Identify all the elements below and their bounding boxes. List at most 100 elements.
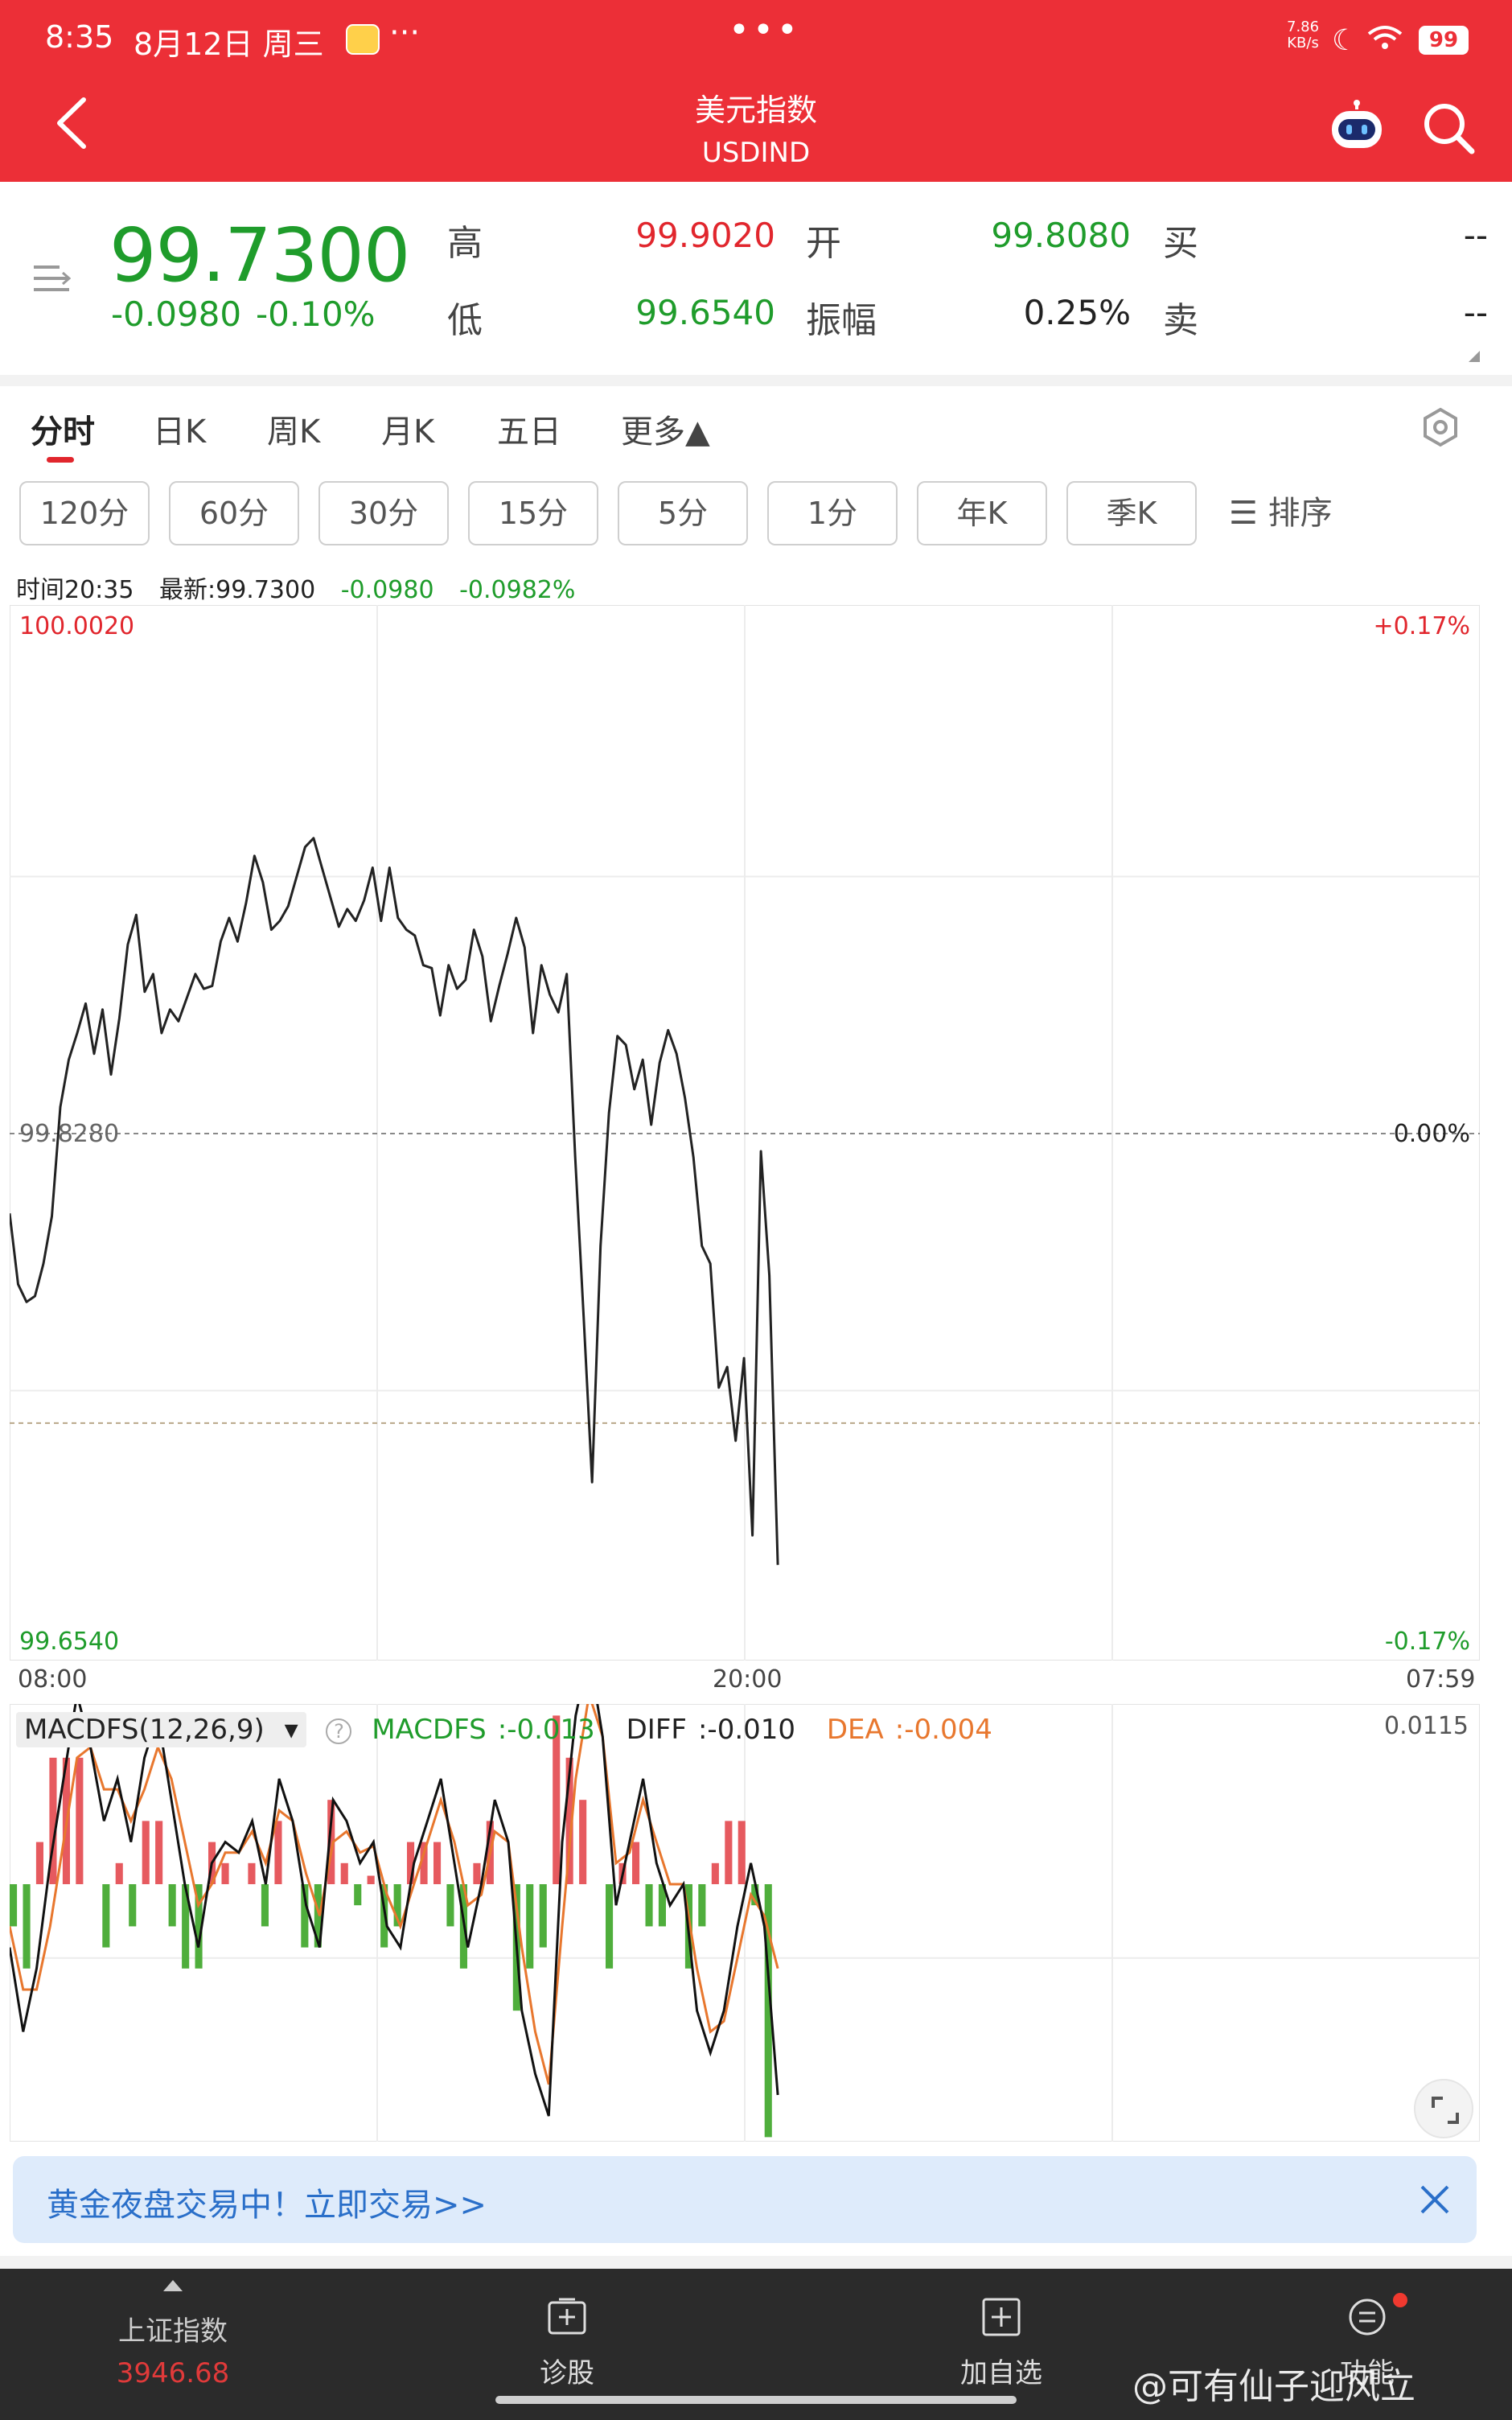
time-axis: 08:00 20:00 07:59 <box>0 1665 1512 1698</box>
price-change-percent: -0.10% <box>256 294 376 334</box>
chart-tabs: 分时 日K 周K 月K 五日 更多▲ <box>0 386 1512 470</box>
tab-weekly-k[interactable]: 周K <box>267 405 320 452</box>
open-label: 开 <box>806 223 841 264</box>
speed-value: 7.86 <box>1287 19 1320 35</box>
dea-name: DEA <box>826 1714 884 1746</box>
period-60min-button[interactable]: 60分 <box>169 481 299 545</box>
weibo-app-icon <box>346 24 380 55</box>
macd-bar <box>539 1884 547 1948</box>
top-dots-handle[interactable]: ••• <box>729 10 801 51</box>
sell-label: 卖 <box>1163 300 1198 341</box>
period-5min-button[interactable]: 5分 <box>618 481 748 545</box>
wifi-icon <box>1367 24 1403 59</box>
y-max-label: 100.0020 <box>19 612 134 640</box>
macd-bar <box>632 1842 640 1884</box>
info-time: 时间20:35 <box>16 576 134 604</box>
moon-icon: ☾ <box>1332 24 1358 57</box>
crosshair-info: 时间20:35 最新:99.7300 -0.0980 -0.0982% <box>16 570 593 605</box>
macd-bar <box>155 1821 163 1884</box>
robot-icon[interactable] <box>1327 100 1387 153</box>
diagnose-label: 诊股 <box>540 2357 594 2389</box>
macd-legend-macdfs: MACDFS:-0.013 <box>372 1714 595 1746</box>
diff-name: DIFF <box>626 1714 687 1746</box>
tab-daily-k[interactable]: 日K <box>153 405 206 452</box>
tab-more[interactable]: 更多▲ <box>621 405 710 452</box>
macd-bar <box>526 1884 534 1969</box>
period-1min-button[interactable]: 1分 <box>767 481 898 545</box>
amplitude-label: 振幅 <box>806 300 877 341</box>
period-120min-button[interactable]: 120分 <box>19 481 150 545</box>
macd-bar <box>606 1884 614 1969</box>
expand-corner-icon[interactable] <box>1469 351 1480 362</box>
macd-bar <box>115 1862 123 1884</box>
status-more: ··· <box>389 14 421 51</box>
status-date: 8月12日 周三 <box>134 27 324 62</box>
baseline-label: 99.8280 <box>19 1120 119 1148</box>
active-tab-indicator <box>47 457 74 463</box>
macd-bar <box>645 1884 653 1927</box>
menu-lines-icon[interactable] <box>32 262 71 294</box>
macd-bar <box>340 1862 348 1884</box>
macd-bar <box>10 1884 18 1927</box>
macd-indicator-name: MACDFS(12,26,9) <box>24 1714 265 1746</box>
close-icon[interactable] <box>1412 2177 1457 2222</box>
macd-chart[interactable] <box>10 1704 1480 2142</box>
buy-value: -- <box>1463 216 1488 255</box>
battery-indicator: 99 <box>1419 26 1469 55</box>
period-15min-button[interactable]: 15分 <box>468 481 598 545</box>
macd-bar <box>446 1884 454 1927</box>
macd-bar <box>76 1757 84 1884</box>
sort-button[interactable]: ☰ 排序 <box>1229 481 1333 545</box>
add-watch-label: 加自选 <box>960 2357 1042 2389</box>
open-value: 99.8080 <box>991 216 1131 255</box>
index-value: 3946.68 <box>116 2357 230 2389</box>
page-subtitle: USDIND <box>701 137 811 169</box>
macd-bar <box>261 1884 269 1927</box>
pct-max-label: +0.17% <box>1374 612 1470 640</box>
macd-bar <box>473 1862 481 1884</box>
low-value: 99.6540 <box>635 293 775 332</box>
buy-label: 买 <box>1163 223 1198 264</box>
period-yearly-k-button[interactable]: 年K <box>917 481 1047 545</box>
tab-monthly-k[interactable]: 月K <box>381 405 434 452</box>
tab-five-day[interactable]: 五日 <box>497 405 561 452</box>
x-tick-start: 08:00 <box>18 1665 88 1694</box>
macd-bar <box>221 1862 229 1884</box>
help-icon[interactable]: ? <box>326 1718 352 1744</box>
high-value: 99.9020 <box>635 216 775 255</box>
y-min-label: 99.6540 <box>19 1628 119 1656</box>
search-icon[interactable] <box>1419 98 1477 156</box>
expand-arrow-icon <box>163 2280 183 2291</box>
period-30min-button[interactable]: 30分 <box>318 481 449 545</box>
fullscreen-button[interactable] <box>1414 2079 1473 2138</box>
tab-intraday[interactable]: 分时 <box>31 405 95 452</box>
settings-icon[interactable] <box>1420 407 1461 447</box>
quote-summary: 99.7300 -0.0980 -0.10% 高 99.9020 低 99.65… <box>0 182 1512 375</box>
period-quarterly-k-button[interactable]: 季K <box>1066 481 1197 545</box>
add-watch-icon <box>982 2298 1021 2336</box>
index-name: 上证指数 <box>118 2315 228 2348</box>
macd-bar <box>433 1842 442 1884</box>
low-label: 低 <box>447 300 483 341</box>
index-ticker[interactable]: 上证指数 3946.68 <box>88 2269 257 2420</box>
macd-legend: MACDFS(12,26,9) ▾ ? MACDFS:-0.013 DIFF:-… <box>16 1712 1015 1747</box>
intraday-chart[interactable]: 100.0020 +0.17% 99.8280 0.00% 99.6540 -0… <box>10 605 1480 1661</box>
macd-indicator-selector[interactable]: MACDFS(12,26,9) ▾ <box>16 1712 306 1747</box>
notification-dot <box>1393 2293 1407 2307</box>
divider <box>0 375 1512 386</box>
fullscreen-icon <box>1432 2097 1459 2124</box>
macd-legend-dea: DEA:-0.004 <box>826 1714 992 1746</box>
macdfs-name: MACDFS <box>372 1714 487 1746</box>
banner-text[interactable]: 黄金夜盘交易中！立即交易>> <box>47 2179 487 2225</box>
macd-bar <box>248 1862 256 1884</box>
macd-bar <box>23 1884 31 1969</box>
baseline-pct-label: 0.00% <box>1394 1120 1470 1148</box>
watermark: @可有仙子迎风立 <box>1132 2366 1415 2407</box>
x-tick-end: 07:59 <box>1406 1665 1476 1694</box>
promo-banner[interactable]: 黄金夜盘交易中！立即交易>> <box>13 2156 1477 2243</box>
macd-bar <box>142 1821 150 1884</box>
network-speed: 7.86 KB/s <box>1287 19 1319 51</box>
macd-bar <box>129 1884 137 1927</box>
pct-min-label: -0.17% <box>1385 1628 1470 1656</box>
home-indicator[interactable] <box>495 2396 1017 2404</box>
